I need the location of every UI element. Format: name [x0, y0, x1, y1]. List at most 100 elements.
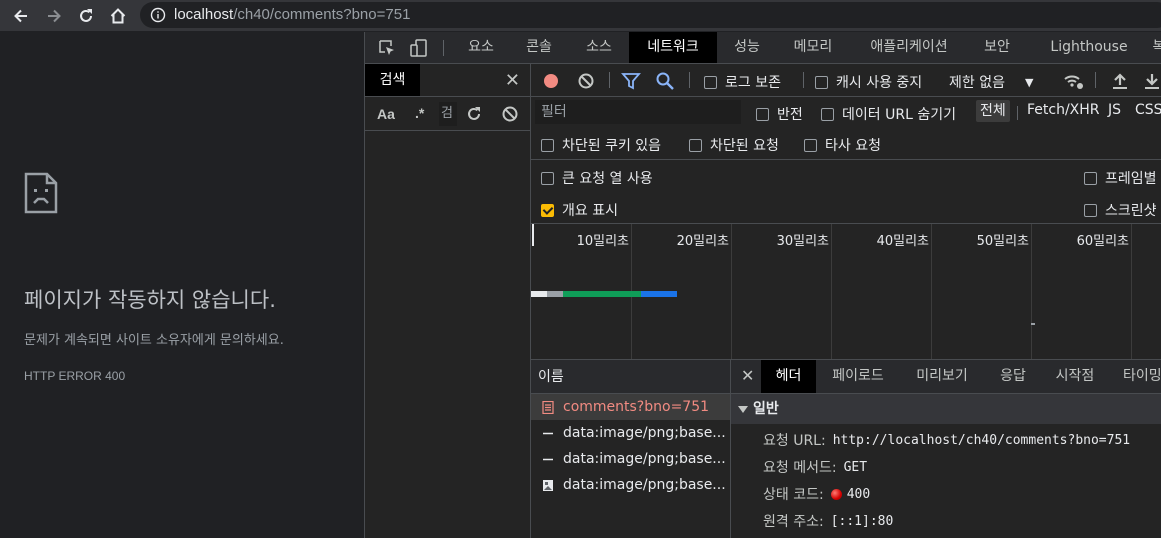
filter-type-all[interactable]: 전체 [976, 100, 1010, 122]
header-value[interactable]: 400 [847, 487, 870, 502]
tab-performance[interactable]: 성능 [725, 32, 769, 63]
checkbox-box[interactable] [1084, 171, 1097, 185]
status-error-dot-icon [830, 488, 842, 500]
show-overview-checkbox[interactable]: 개요 표시 [541, 200, 618, 220]
back-button[interactable] [9, 4, 33, 28]
image-file-icon [543, 480, 553, 491]
disable-cache-checkbox[interactable]: 캐시 사용 중지 [815, 72, 922, 92]
address-bar[interactable]: localhost/ch40/comments?bno=751 [140, 2, 1161, 28]
overview-timeline[interactable]: 10밀리초 20밀리초 30밀리초 40밀리초 50밀리초 60밀리초 [531, 224, 1161, 360]
checkbox-box[interactable] [541, 171, 554, 185]
request-name: data:image/png;base... [563, 451, 726, 467]
tab-network[interactable]: 네트워크 [629, 32, 717, 63]
throttling-select[interactable]: 제한 없음 ▼ [949, 72, 1033, 92]
header-value[interactable]: http://localhost/ch40/comments?bno=751 [833, 433, 1130, 448]
export-har-icon[interactable] [1143, 71, 1161, 91]
reload-button[interactable] [74, 4, 98, 28]
network-conditions-icon[interactable] [1062, 71, 1084, 91]
checkbox-box[interactable] [821, 107, 834, 121]
preserve-log-checkbox[interactable]: 로그 보존 [704, 72, 781, 92]
blocked-requests-checkbox[interactable]: 차단된 요청 [689, 135, 779, 155]
name-column-header[interactable]: 이름 [531, 360, 730, 394]
blocked-cookies-label: 차단된 쿠키 있음 [562, 138, 662, 154]
record-icon[interactable] [542, 72, 560, 90]
blocked-cookies-checkbox[interactable]: 차단된 쿠키 있음 [541, 135, 661, 155]
filter-type-css[interactable]: CSS [1135, 102, 1161, 118]
tab-response[interactable]: 응답 [991, 360, 1035, 393]
tab-security[interactable]: 보안 [977, 32, 1017, 63]
request-row[interactable]: data:image/png;base... [531, 446, 730, 472]
hide-data-urls-checkbox[interactable]: 데이터 URL 숨기기 [821, 104, 956, 124]
header-value[interactable]: [::1]:80 [831, 514, 894, 529]
checkbox-box[interactable] [541, 138, 554, 152]
dash-icon [543, 458, 553, 461]
timeline-handle[interactable] [532, 224, 534, 246]
checkbox-box[interactable] [541, 203, 554, 217]
clear-log-icon[interactable] [577, 72, 595, 90]
checkbox-box[interactable] [704, 75, 717, 89]
timeline-label: 10밀리초 [576, 234, 629, 249]
capture-screenshots-checkbox[interactable]: 스크린샷 [1084, 200, 1157, 220]
triangle-down-icon [738, 406, 748, 413]
tab-initiator[interactable]: 시작점 [1047, 360, 1103, 393]
request-row[interactable]: data:image/png;base... [531, 420, 730, 446]
request-row[interactable]: data:image/png;base... [531, 472, 730, 498]
big-request-rows-checkbox[interactable]: 큰 요청 열 사용 [541, 168, 653, 188]
tab-application[interactable]: 애플리케이션 [859, 32, 959, 63]
invert-checkbox[interactable]: 반전 [756, 104, 803, 124]
tab-payload[interactable]: 페이로드 [823, 360, 893, 393]
filter-type-fetch-xhr[interactable]: Fetch/XHR [1027, 102, 1100, 118]
checkbox-box[interactable] [1084, 203, 1097, 217]
network-panel: 로그 보존 캐시 사용 중지 제한 없음 ▼ 필터 반전 데이터 URL 숨기기 … [531, 64, 1161, 538]
info-icon[interactable] [150, 7, 166, 23]
tab-headers[interactable]: 헤더 [761, 360, 816, 393]
request-row[interactable]: comments?bno=751 [531, 394, 730, 420]
tab-overflow[interactable]: 복 [1149, 32, 1161, 63]
group-by-frame-checkbox[interactable]: 프레임별 [1084, 168, 1157, 188]
tab-preview[interactable]: 미리보기 [907, 360, 977, 393]
clear-icon[interactable] [501, 105, 519, 123]
search-icon[interactable] [655, 71, 675, 91]
header-value[interactable]: GET [844, 460, 867, 475]
refresh-icon[interactable] [465, 105, 483, 123]
search-input[interactable]: 검 [439, 102, 457, 126]
timeline-label: 40밀리초 [876, 234, 929, 249]
request-name: data:image/png;base... [563, 425, 726, 441]
checkbox-box[interactable] [804, 138, 817, 152]
close-icon[interactable]: ✕ [505, 70, 520, 91]
regex-button[interactable]: .* [415, 105, 424, 121]
checkbox-box[interactable] [689, 138, 702, 152]
inspect-element-icon[interactable] [377, 38, 397, 58]
tab-sources[interactable]: 소스 [573, 32, 625, 63]
filter-type-js[interactable]: JS [1108, 102, 1121, 118]
tab-console[interactable]: 콘솔 [513, 32, 565, 63]
filter-icon[interactable] [621, 71, 641, 91]
error-code: HTTP ERROR 400 [24, 369, 126, 383]
search-tab[interactable]: 검색 [365, 64, 420, 96]
request-name: data:image/png;base... [563, 477, 726, 493]
home-button[interactable] [106, 4, 130, 28]
filter-input[interactable]: 필터 [535, 100, 741, 124]
group-by-frame-label: 프레임별 [1105, 171, 1157, 187]
preserve-log-label: 로그 보존 [725, 75, 781, 91]
tab-memory[interactable]: 메모리 [783, 32, 843, 63]
third-party-checkbox[interactable]: 타사 요청 [804, 135, 881, 155]
import-har-icon[interactable] [1111, 71, 1129, 91]
toolbar-divider [609, 72, 610, 88]
filter-options-row: 차단된 쿠키 있음 차단된 요청 타사 요청 [531, 127, 1161, 160]
url-host: localhost [174, 6, 234, 23]
tab-elements[interactable]: 요소 [455, 32, 507, 63]
checkbox-box[interactable] [815, 75, 828, 89]
match-case-button[interactable]: Aa [377, 106, 395, 122]
network-settings: 큰 요청 열 사용 개요 표시 프레임별 스크린샷 [531, 160, 1161, 224]
forward-button[interactable] [42, 4, 66, 28]
close-icon[interactable]: ✕ [741, 366, 754, 385]
general-section-header[interactable]: 일반 [731, 394, 1161, 424]
tab-lighthouse[interactable]: Lighthouse [1045, 32, 1133, 63]
device-toolbar-icon[interactable] [409, 38, 429, 58]
url-text[interactable]: localhost/ch40/comments?bno=751 [174, 6, 410, 23]
tab-timing[interactable]: 타이밍 [1115, 360, 1161, 393]
timeline-bar-download [641, 291, 677, 297]
checkbox-box[interactable] [756, 107, 769, 121]
timeline-bar-stalled [547, 291, 563, 297]
